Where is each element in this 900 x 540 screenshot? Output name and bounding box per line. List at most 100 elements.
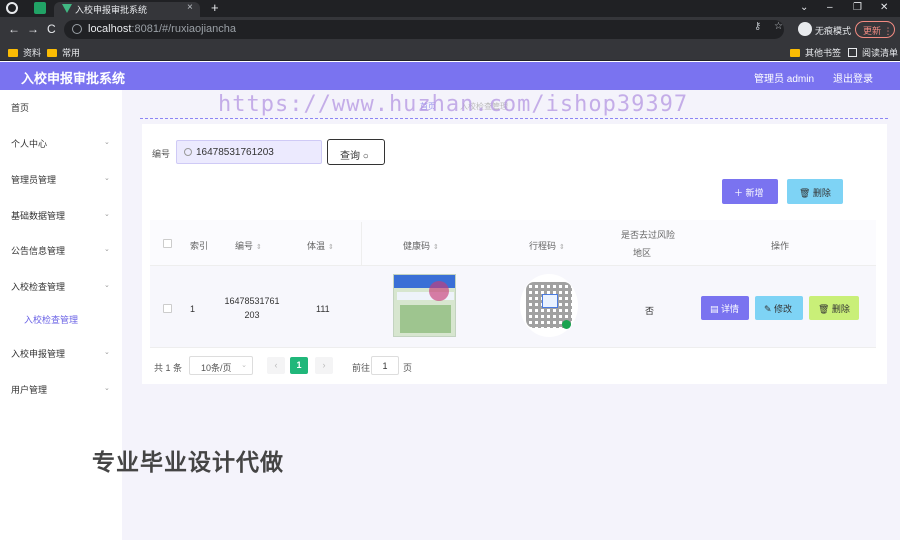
vue-logo-icon xyxy=(62,4,72,13)
search-field[interactable] xyxy=(176,140,322,164)
detail-button[interactable]: ▤ 详情 xyxy=(701,296,749,320)
sidebar-item-profile[interactable]: 个人中心 xyxy=(11,137,47,150)
delete-button[interactable]: 🗑 删除 xyxy=(809,296,859,320)
th-temp[interactable]: 体温 ⇕ xyxy=(307,239,334,252)
page-number-current[interactable]: 1 xyxy=(290,357,308,374)
cell-no-line2: 203 xyxy=(244,310,260,320)
cell-no-line1: 16478531761 xyxy=(224,296,280,306)
reading-list-icon xyxy=(848,48,857,57)
th-health-code-label: 健康码 xyxy=(403,241,431,251)
search-input[interactable] xyxy=(196,145,316,160)
maximize-icon[interactable]: ❐ xyxy=(853,2,862,13)
bookmark-label: 常用 xyxy=(62,48,81,58)
page-suffix: 页 xyxy=(403,363,413,373)
pagination-total: 共 1 条 xyxy=(154,363,183,373)
chevron-down-icon: ⌄ xyxy=(104,139,110,146)
key-icon[interactable]: ⚷ xyxy=(754,21,761,32)
sort-icon[interactable]: ⇕ xyxy=(433,244,439,251)
url-text: localhost:8081/#/ruxiaojiancha xyxy=(88,23,236,35)
tab-title[interactable]: 入校申报审批系统 xyxy=(75,3,147,16)
back-icon[interactable]: ← xyxy=(8,22,20,36)
incognito-label: 无痕模式 xyxy=(815,26,852,36)
sort-icon[interactable]: ⇕ xyxy=(559,244,565,251)
cell-index: 1 xyxy=(190,304,196,314)
folder-icon xyxy=(8,49,18,57)
sidebar-item-notice[interactable]: 公告信息管理 xyxy=(11,244,65,257)
url-field[interactable]: localhost:8081/#/ruxiaojiancha xyxy=(64,20,784,39)
globe-icon[interactable] xyxy=(6,2,18,14)
next-page-button[interactable]: › xyxy=(315,357,333,374)
bookmark-label: 阅读清单 xyxy=(862,48,899,58)
update-button[interactable]: 更新 ⋮ xyxy=(855,21,895,38)
chevron-down-icon: ⌄ xyxy=(241,362,247,369)
sidebar-item-base-data[interactable]: 基础数据管理 xyxy=(11,209,65,222)
info-icon[interactable] xyxy=(72,24,82,34)
browser-tab-bar: 入校申报审批系统 × + ⌄ – ❐ ✕ xyxy=(0,0,900,17)
trip-code-image[interactable] xyxy=(520,274,578,337)
close-window-icon[interactable]: ✕ xyxy=(880,2,888,13)
sidebar-item-declare[interactable]: 入校申报管理 xyxy=(11,347,65,360)
forward-icon[interactable]: → xyxy=(27,22,39,36)
qr-center-logo xyxy=(542,294,558,308)
bookmark-folder-other[interactable]: 其他书签 xyxy=(790,46,841,59)
batch-delete-button[interactable]: 🗑 删除 xyxy=(787,179,843,204)
th-trip-code[interactable]: 行程码 ⇕ xyxy=(529,239,565,252)
th-temp-label: 体温 xyxy=(307,241,326,251)
minimize-icon[interactable]: – xyxy=(827,2,833,13)
new-tab-icon[interactable]: + xyxy=(211,0,219,15)
bookmark-folder[interactable]: 资料 xyxy=(8,46,41,59)
query-button[interactable]: 查询 ○ xyxy=(327,139,385,165)
search-label: 编号 xyxy=(152,149,171,159)
bookmarks-bar: 资料 常用 其他书签 阅读清单 xyxy=(0,42,900,61)
sidebar-item-check[interactable]: 入校检查管理 xyxy=(11,280,65,293)
tab-search-icon[interactable]: ⌄ xyxy=(800,2,808,13)
sidebar-item-home[interactable]: 首页 xyxy=(11,101,29,114)
chevron-down-icon: ⌄ xyxy=(104,349,110,356)
th-risk-line2: 地区 xyxy=(633,248,652,258)
promo-overlay-text: 专业毕业设计代做 xyxy=(92,449,284,475)
health-code-image[interactable] xyxy=(393,274,456,337)
goto-page-input[interactable] xyxy=(371,356,399,375)
cell-temp: 111 xyxy=(316,304,330,314)
sidebar-item-users[interactable]: 用户管理 xyxy=(11,383,47,396)
sort-icon[interactable]: ⇕ xyxy=(256,244,262,251)
row-checkbox[interactable] xyxy=(163,304,172,313)
th-no-label: 编号 xyxy=(235,241,254,251)
th-trip-code-label: 行程码 xyxy=(529,241,557,251)
app-header: 入校申报审批系统 管理员 admin 退出登录 xyxy=(0,62,900,90)
watermark-text: https://www.huzhan.com/ishop39397 xyxy=(218,92,689,117)
sort-icon[interactable]: ⇕ xyxy=(328,244,334,251)
incognito-icon xyxy=(798,22,812,36)
chevron-down-icon: ⌄ xyxy=(104,211,110,218)
sidebar-subitem-check[interactable]: 入校检查管理 xyxy=(24,313,78,326)
logout-link[interactable]: 退出登录 xyxy=(833,70,873,85)
star-icon[interactable]: ☆ xyxy=(774,21,783,32)
reading-list[interactable]: 阅读清单 xyxy=(848,46,898,59)
page-size-select[interactable]: 10条/页 ⌄ xyxy=(189,356,253,375)
current-user: 管理员 admin xyxy=(754,74,815,85)
th-no[interactable]: 编号 ⇕ xyxy=(235,239,262,252)
update-label: 更新 xyxy=(863,26,882,36)
th-risk: 是否去过风险 xyxy=(621,230,676,240)
sheet-tab-icon[interactable] xyxy=(34,2,46,14)
tab-close-icon[interactable]: × xyxy=(187,2,193,13)
th-index: 索引 xyxy=(190,241,209,251)
cursor-highlight xyxy=(429,281,449,301)
health-code-green-area xyxy=(400,305,451,333)
bookmark-folder[interactable]: 常用 xyxy=(47,46,80,59)
bookmark-label: 资料 xyxy=(23,48,42,58)
menu-dots-icon: ⋮ xyxy=(883,26,893,36)
goto-label: 前往 xyxy=(352,363,371,373)
add-button[interactable]: ＋ 新增 xyxy=(722,179,778,204)
reload-icon[interactable]: C xyxy=(47,22,56,36)
wechat-icon xyxy=(562,320,571,329)
th-ops: 操作 xyxy=(771,241,790,251)
select-all-checkbox[interactable] xyxy=(163,239,172,248)
app-title: 入校申报审批系统 xyxy=(21,71,126,86)
chevron-up-icon: ⌄ xyxy=(104,282,110,289)
prev-page-button[interactable]: ‹ xyxy=(267,357,285,374)
sidebar-item-admin[interactable]: 管理员管理 xyxy=(11,173,56,186)
edit-button[interactable]: ✎ 修改 xyxy=(755,296,803,320)
th-health-code[interactable]: 健康码 ⇕ xyxy=(403,239,439,252)
chevron-down-icon: ⌄ xyxy=(104,246,110,253)
